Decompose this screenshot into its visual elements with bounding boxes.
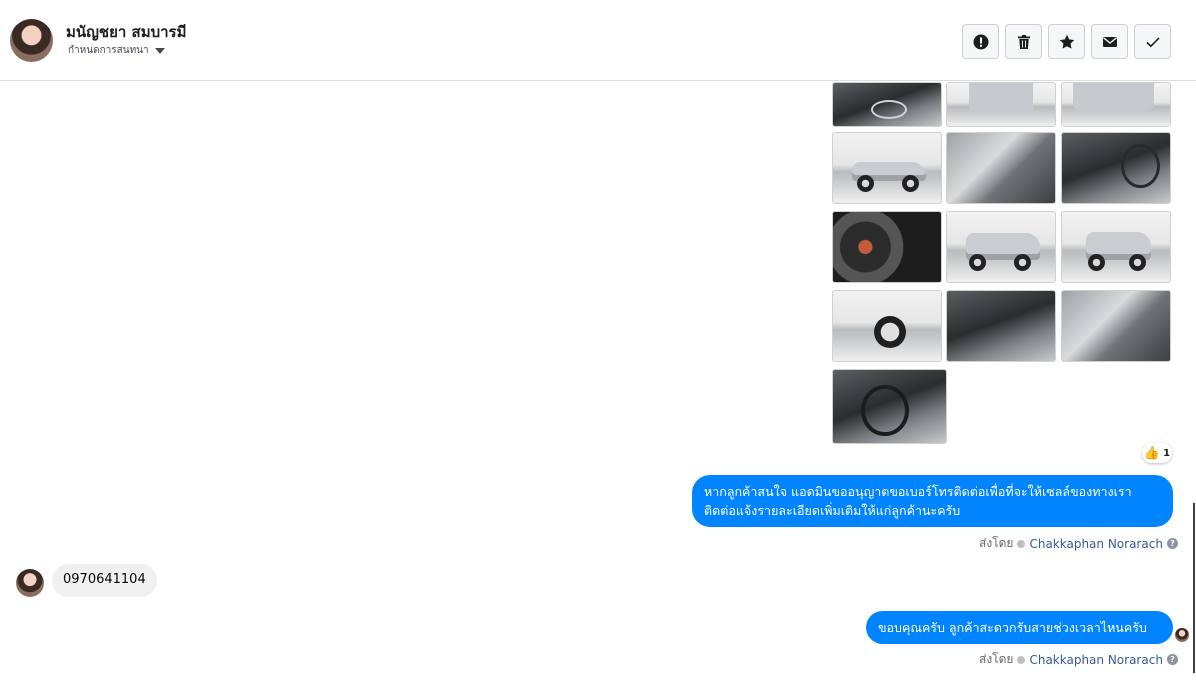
steering-detail <box>861 384 909 437</box>
photo-rear-three-quarter[interactable] <box>1061 82 1171 127</box>
delete-button[interactable] <box>1005 24 1042 59</box>
message-text: ขอบคุณครับ ลูกค้าสะดวกรับสายช่วงเวลาไหนค… <box>878 620 1147 635</box>
mark-done-button[interactable] <box>1134 24 1171 59</box>
seen-avatar <box>1175 628 1189 642</box>
photo-front-three-quarter[interactable] <box>946 211 1056 283</box>
wheel <box>874 315 907 348</box>
photo-instrument-cluster[interactable] <box>832 211 942 283</box>
wheel <box>856 175 875 193</box>
message-bubble-outgoing[interactable]: หากลูกค้าสนใจ แอดมินขออนุญาตขอเบอร์โทรติ… <box>692 475 1173 527</box>
caret-down-icon <box>154 47 165 54</box>
help-icon[interactable]: ? <box>1166 538 1178 549</box>
reaction-badge[interactable]: 👍 1 <box>1142 443 1172 463</box>
photo-rear-view[interactable] <box>946 82 1056 127</box>
thumbs-up-icon: 👍 <box>1143 445 1161 461</box>
photo-engine-bay[interactable] <box>832 82 942 127</box>
sent-by-label: ส่งโดย <box>979 652 1014 666</box>
contact-avatar[interactable] <box>10 19 53 62</box>
message-text-line: ติดต่อแจ้งรายละเอียดเพิ่มเติมให้แก่ลูกค้… <box>704 503 961 518</box>
wheel <box>968 254 986 272</box>
photo-door-interior[interactable] <box>1061 290 1171 362</box>
photo-side-profile[interactable] <box>832 132 942 204</box>
photo-steering-wheel[interactable] <box>832 369 947 444</box>
scrollbar[interactable] <box>1193 503 1195 673</box>
photo-dashboard[interactable] <box>1061 132 1171 204</box>
photo-front-view[interactable] <box>1061 211 1171 283</box>
tailgate <box>968 83 1034 114</box>
truck-body <box>1072 83 1154 111</box>
sent-by-label: ส่งโดย <box>979 536 1014 550</box>
conversation-header: มนัญชยา สมบารมี กำหนดการสนทนา <box>0 0 1196 81</box>
engine-detail <box>870 100 908 120</box>
trash-icon <box>1017 34 1030 49</box>
header-actions <box>962 24 1171 59</box>
report-spam-button[interactable] <box>962 24 999 59</box>
message-text: 0970641104 <box>63 572 146 587</box>
sent-by-info: ส่งโดย Chakkaphan Norarach ? <box>979 534 1178 553</box>
conversation-settings-label: กำหนดการสนทนา <box>68 45 149 56</box>
photo-gear-shifter[interactable] <box>946 290 1056 362</box>
agent-name-link[interactable]: Chakkaphan Norarach <box>1029 537 1162 551</box>
verified-icon <box>1017 539 1026 548</box>
conversation-settings-dropdown[interactable]: กำหนดการสนทนา <box>68 43 165 58</box>
photo-front-seats[interactable] <box>946 132 1056 204</box>
steering-detail <box>1121 143 1160 188</box>
contact-name[interactable]: มนัญชยา สมบารมี <box>66 20 186 44</box>
agent-name-link[interactable]: Chakkaphan Norarach <box>1029 653 1162 667</box>
photo-wheel-closeup[interactable] <box>832 290 942 362</box>
message-bubble-outgoing[interactable]: ขอบคุณครับ ลูกค้าสะดวกรับสายช่วงเวลาไหนค… <box>866 611 1173 644</box>
wheel <box>1128 254 1147 272</box>
wheel <box>1087 254 1106 272</box>
sent-by-info: ส่งโดย Chakkaphan Norarach ? <box>979 650 1178 669</box>
message-text-line: หากลูกค้าสนใจ แอดมินขออนุญาตขอเบอร์โทรติ… <box>704 484 1132 499</box>
wheel <box>902 175 920 193</box>
help-icon[interactable]: ? <box>1166 654 1178 665</box>
alert-icon <box>973 34 988 49</box>
envelope-icon <box>1102 36 1117 47</box>
wheel <box>1013 254 1032 272</box>
check-icon <box>1145 36 1160 47</box>
star-button[interactable] <box>1048 24 1085 59</box>
star-icon <box>1059 34 1074 49</box>
mark-unread-button[interactable] <box>1091 24 1128 59</box>
verified-icon <box>1017 655 1026 664</box>
reaction-count: 1 <box>1163 447 1171 459</box>
message-bubble-incoming[interactable]: 0970641104 <box>52 564 157 597</box>
sender-avatar[interactable] <box>16 569 44 597</box>
